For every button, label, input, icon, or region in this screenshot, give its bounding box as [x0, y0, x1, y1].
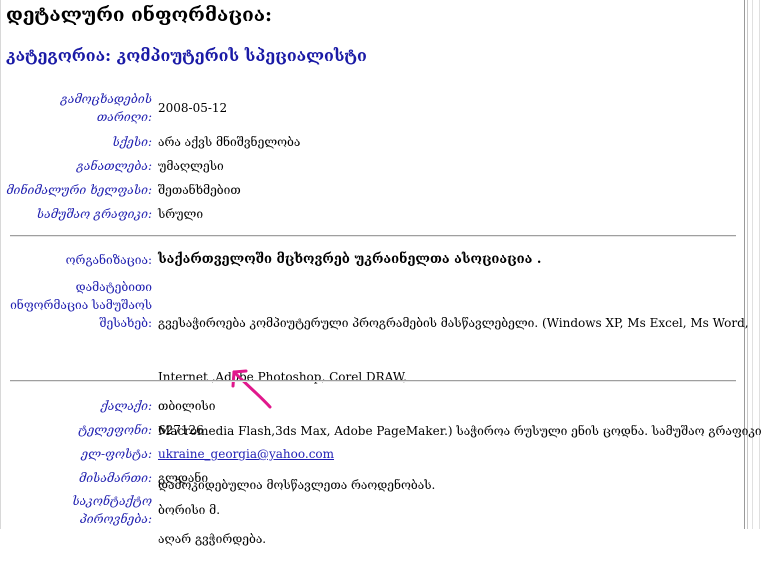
- detail-label-line: გამოცხადების: [60, 92, 152, 106]
- detail-value: შეთანხმებით: [158, 181, 241, 199]
- contact-label-line: მისამართი:: [79, 471, 152, 485]
- contact-value: 627126: [158, 421, 204, 439]
- contact-label-line: ტელეფონი:: [78, 423, 152, 437]
- detail-label-line: მინიმალური ხელფასი:: [6, 183, 152, 197]
- hand-drawn-arrow-icon: [231, 369, 272, 409]
- more-info-label: დამატებითი ინფორმაცია სამუშაოს შესახებ:: [0, 278, 152, 332]
- contact-label: ქალაქი:: [0, 397, 152, 415]
- detail-value-line: 2008-05-12: [158, 101, 228, 115]
- detail-value: სრული: [158, 205, 203, 223]
- email-link[interactable]: ukraine_georgia@yahoo.com: [158, 445, 334, 463]
- detail-label: სქესი:: [0, 133, 152, 151]
- contact-value-line: ბორისი მ.: [158, 503, 221, 517]
- contact-value: ბორისი მ.: [158, 501, 220, 519]
- detail-value-line: უმაღლესი: [158, 159, 224, 173]
- detail-label-line: სქესი:: [112, 135, 152, 149]
- detail-label: განათლება:: [0, 157, 152, 175]
- divider: [10, 235, 736, 237]
- detail-value: უმაღლესი: [158, 157, 224, 175]
- contact-label: მისამართი:: [0, 469, 152, 487]
- contact-value: თბილისი: [158, 397, 215, 415]
- more-info-label-line: ინფორმაცია სამუშაოს: [10, 298, 152, 312]
- more-info-line: დამოკიდებულია მოსწავლეთა რაოდენობას.: [158, 478, 436, 492]
- contact-label-line: საკონტაქტო: [72, 494, 152, 508]
- contact-value-line: თბილისი: [158, 399, 216, 413]
- page-title: დეტალური ინფორმაცია:: [6, 4, 273, 26]
- detail-label: მინიმალური ხელფასი:: [0, 181, 152, 199]
- contact-label-line: ქალაქი:: [100, 399, 152, 413]
- detail-label-line: თარიღი:: [96, 110, 152, 124]
- contact-value: ukraine_georgia@yahoo.com: [158, 445, 334, 463]
- contact-label: საკონტაქტო პიროვნება:: [0, 492, 152, 528]
- detail-value-line: შეთანხმებით: [158, 183, 241, 197]
- contact-label: ელ-ფოსტა:: [0, 445, 152, 463]
- detail-label: გამოცხადების თარიღი:: [0, 90, 152, 126]
- more-info-line: გვესაჭიროება კომპიუტერული პროგრამების მა…: [158, 316, 749, 330]
- more-info-label-line: შესახებ:: [99, 316, 152, 330]
- contact-value: გლდანი: [158, 469, 208, 487]
- organization-value: საქართველოში მცხოვრებ უკრაინელთა ასოციაც…: [158, 252, 542, 267]
- contact-label: ტელეფონი:: [0, 421, 152, 439]
- divider: [10, 380, 736, 382]
- more-info-line: Macromedia Flash,3ds Max, Adobe PageMake…: [158, 424, 762, 438]
- detail-value-line: სრული: [158, 207, 204, 221]
- contact-label-line: ელ-ფოსტა:: [81, 447, 152, 461]
- detail-label-line: განათლება:: [76, 159, 152, 173]
- contact-label-line: პიროვნება:: [79, 512, 152, 526]
- detail-value: არა აქვს მნიშვნელობა: [158, 133, 300, 151]
- detail-label-line: სამუშაო გრაფიკი:: [36, 207, 152, 221]
- contact-value-line: გლდანი: [158, 471, 209, 485]
- more-info-line: აღარ გვჭირდება.: [158, 532, 267, 546]
- contact-value-line: 627126: [158, 423, 204, 437]
- detail-value-line: არა აქვს მნიშვნელობა: [158, 135, 301, 149]
- more-info-text: გვესაჭიროება კომპიუტერული პროგრამების მა…: [158, 278, 762, 584]
- organization-label: ორგანიზაცია:: [65, 253, 152, 267]
- detail-value: 2008-05-12: [158, 99, 227, 117]
- more-info-label-line: დამატებითი: [75, 280, 152, 294]
- category-title: კატეგორია: კომპიუტერის სპეციალისტი: [6, 46, 367, 65]
- detail-label: სამუშაო გრაფიკი:: [0, 205, 152, 223]
